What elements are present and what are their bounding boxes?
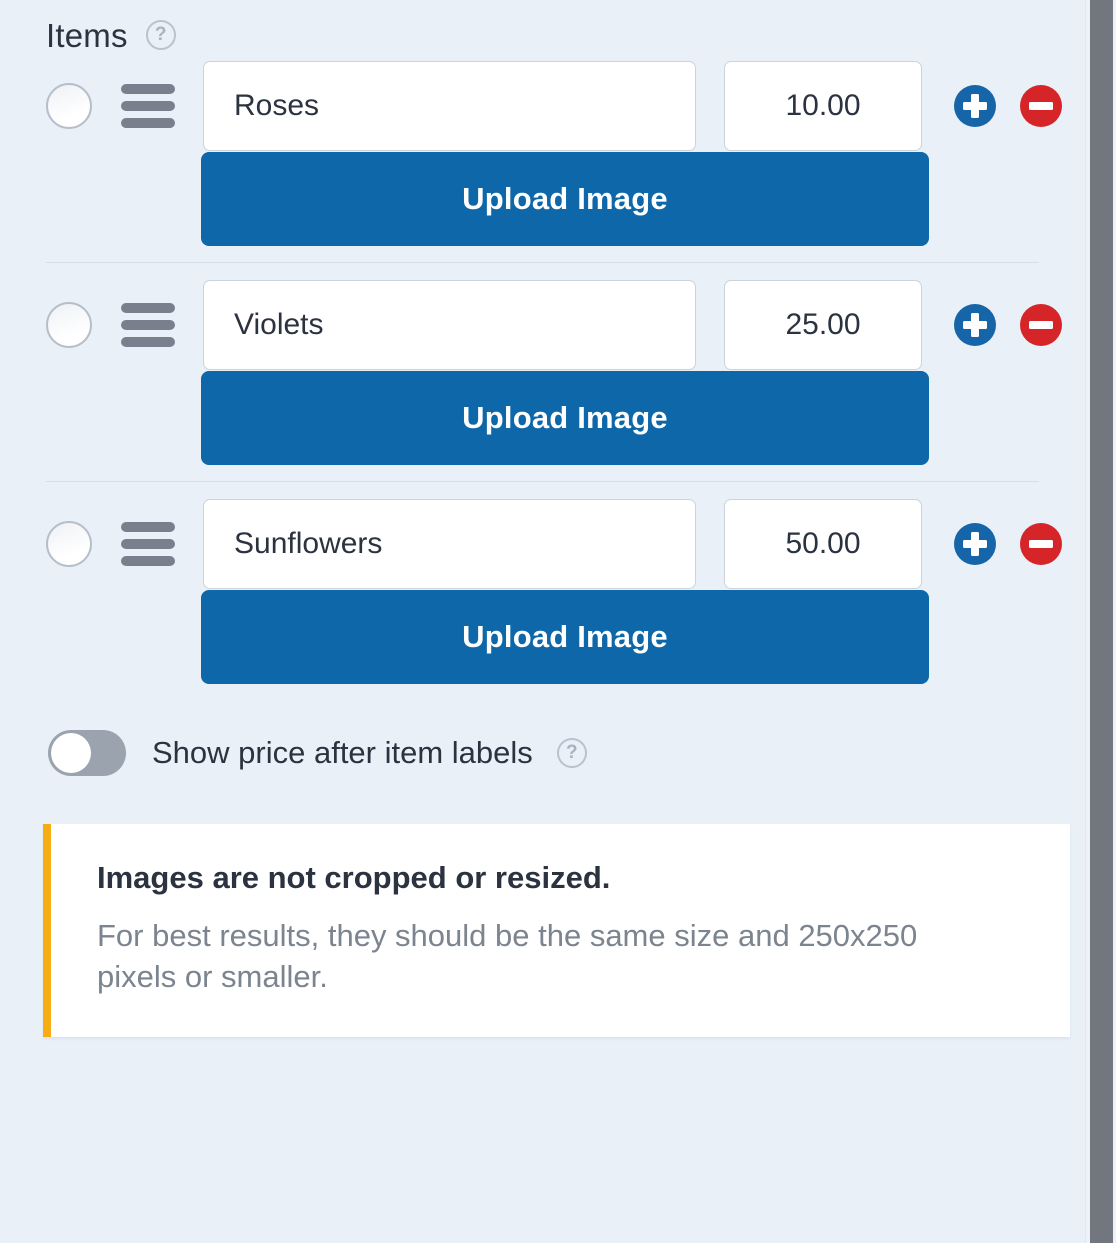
list-item: Upload Image bbox=[0, 279, 1085, 465]
scrollbar-thumb[interactable] bbox=[1090, 0, 1113, 1243]
upload-image-button[interactable]: Upload Image bbox=[201, 371, 929, 465]
item-name-input[interactable] bbox=[203, 499, 696, 589]
upload-row: Upload Image bbox=[0, 371, 1085, 465]
item-name-input[interactable] bbox=[203, 61, 696, 151]
items-list: Upload Image Upload Image bbox=[0, 60, 1085, 684]
upload-image-button[interactable]: Upload Image bbox=[201, 590, 929, 684]
vertical-scrollbar[interactable] bbox=[1085, 0, 1116, 1243]
item-divider bbox=[46, 481, 1039, 482]
item-price-input[interactable] bbox=[724, 280, 922, 370]
drag-handle-icon[interactable] bbox=[121, 521, 175, 567]
minus-circle-icon[interactable] bbox=[1020, 85, 1062, 127]
item-divider bbox=[46, 262, 1039, 263]
show-price-toggle[interactable] bbox=[48, 730, 126, 776]
item-row bbox=[0, 60, 1085, 152]
item-row bbox=[0, 498, 1085, 590]
notice-body: For best results, they should be the sam… bbox=[97, 918, 918, 994]
help-circle-icon[interactable]: ? bbox=[556, 738, 587, 768]
show-price-toggle-label: Show price after item labels bbox=[152, 735, 533, 770]
items-section-header: Items ? bbox=[0, 0, 1085, 52]
upload-row: Upload Image bbox=[0, 590, 1085, 684]
item-price-input[interactable] bbox=[724, 499, 922, 589]
upload-row: Upload Image bbox=[0, 152, 1085, 246]
show-price-toggle-row: Show price after item labels ? bbox=[0, 684, 1085, 784]
notice-title: Images are not cropped or resized. bbox=[97, 860, 611, 895]
list-item: Upload Image bbox=[0, 498, 1085, 684]
item-name-input[interactable] bbox=[203, 280, 696, 370]
upload-image-button[interactable]: Upload Image bbox=[201, 152, 929, 246]
radio-unchecked-icon[interactable] bbox=[46, 302, 92, 348]
help-circle-icon[interactable]: ? bbox=[145, 20, 176, 50]
minus-circle-icon[interactable] bbox=[1020, 523, 1062, 565]
plus-circle-icon[interactable] bbox=[954, 85, 996, 127]
info-notice: Images are not cropped or resized. For b… bbox=[43, 824, 1070, 1038]
plus-circle-icon[interactable] bbox=[954, 523, 996, 565]
drag-handle-icon[interactable] bbox=[121, 302, 175, 348]
list-item: Upload Image bbox=[0, 60, 1085, 246]
item-price-input[interactable] bbox=[724, 61, 922, 151]
minus-circle-icon[interactable] bbox=[1020, 304, 1062, 346]
drag-handle-icon[interactable] bbox=[121, 83, 175, 129]
item-row bbox=[0, 279, 1085, 371]
radio-unchecked-icon[interactable] bbox=[46, 83, 92, 129]
settings-panel: Items ? Upload Image bbox=[0, 0, 1085, 1243]
page-title: Items bbox=[46, 16, 128, 54]
radio-unchecked-icon[interactable] bbox=[46, 521, 92, 567]
plus-circle-icon[interactable] bbox=[954, 304, 996, 346]
toggle-knob bbox=[51, 733, 91, 773]
